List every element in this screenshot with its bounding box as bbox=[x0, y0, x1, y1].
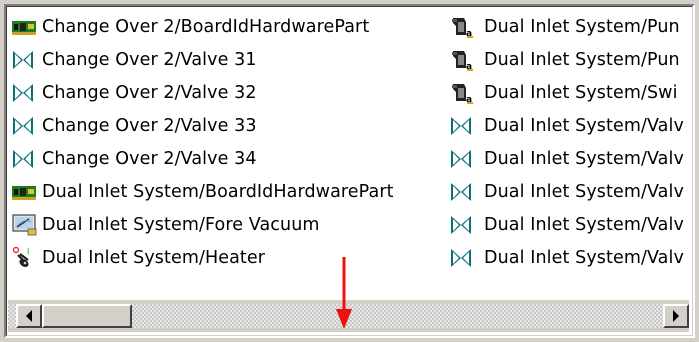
scrollbar-thumb[interactable] bbox=[42, 304, 132, 328]
valve-icon bbox=[450, 114, 484, 138]
component-list[interactable]: Change Over 2/BoardIdHardwarePart Change… bbox=[8, 10, 687, 278]
valve-icon bbox=[450, 246, 484, 270]
list-item-label: Dual Inlet System/Pun bbox=[484, 16, 680, 37]
list-item-label: Change Over 2/Valve 31 bbox=[42, 49, 257, 70]
valve-icon bbox=[12, 114, 42, 138]
list-item-label: Dual Inlet System/Valv bbox=[484, 181, 684, 202]
valve-icon bbox=[450, 180, 484, 204]
valve-icon bbox=[450, 213, 484, 237]
list-item-label: Dual Inlet System/Valv bbox=[484, 214, 684, 235]
list-item-label: Change Over 2/BoardIdHardwarePart bbox=[42, 16, 370, 37]
list-item-label: Dual Inlet System/Swi bbox=[484, 82, 678, 103]
board-icon bbox=[12, 180, 42, 204]
list-item-label: Dual Inlet System/Pun bbox=[484, 49, 680, 70]
list-item[interactable]: Change Over 2/Valve 33 bbox=[12, 109, 452, 142]
list-item-label: Change Over 2/Valve 33 bbox=[42, 115, 257, 136]
valve-icon bbox=[12, 48, 42, 72]
list-item[interactable]: Change Over 2/Valve 34 bbox=[12, 142, 452, 175]
list-item-label: Dual Inlet System/BoardIdHardwarePart bbox=[42, 181, 394, 202]
list-item[interactable]: I Dual Inlet System/Heater bbox=[12, 241, 452, 274]
annotation-arrow-down-icon bbox=[336, 257, 352, 329]
valve-icon bbox=[450, 147, 484, 171]
list-item[interactable]: Dual Inlet System/Valv bbox=[450, 208, 687, 241]
list-item[interactable]: Dual Inlet System/BoardIdHardwarePart bbox=[12, 175, 452, 208]
list-item[interactable]: Dual Inlet System/Valv bbox=[450, 241, 687, 274]
list-item[interactable]: a Dual Inlet System/Pun bbox=[450, 10, 687, 43]
arrow-right-icon bbox=[673, 310, 679, 322]
arrow-left-icon bbox=[26, 310, 32, 322]
list-column-left: Change Over 2/BoardIdHardwarePart Change… bbox=[12, 10, 452, 274]
list-item[interactable]: a Dual Inlet System/Pun bbox=[450, 43, 687, 76]
vacuum-gauge-icon bbox=[12, 213, 42, 237]
list-item-label: Dual Inlet System/Fore Vacuum bbox=[42, 214, 320, 235]
pump-icon: a bbox=[450, 15, 484, 39]
list-item-label: Change Over 2/Valve 32 bbox=[42, 82, 257, 103]
list-item[interactable]: Dual Inlet System/Valv bbox=[450, 109, 687, 142]
pump-icon: a bbox=[450, 48, 484, 72]
list-item[interactable]: Change Over 2/Valve 31 bbox=[12, 43, 452, 76]
valve-icon bbox=[12, 81, 42, 105]
heater-icon: I bbox=[12, 246, 42, 270]
scroll-left-button[interactable] bbox=[16, 304, 42, 328]
svg-text:I: I bbox=[27, 247, 29, 256]
list-item[interactable]: Dual Inlet System/Fore Vacuum bbox=[12, 208, 452, 241]
board-icon bbox=[12, 15, 42, 39]
list-item[interactable]: a Dual Inlet System/Swi bbox=[450, 76, 687, 109]
list-item-label: Dual Inlet System/Heater bbox=[42, 247, 266, 268]
list-item-label: Dual Inlet System/Valv bbox=[484, 148, 684, 169]
list-item[interactable]: Dual Inlet System/Valv bbox=[450, 175, 687, 208]
list-item[interactable]: Change Over 2/Valve 32 bbox=[12, 76, 452, 109]
list-item-label: Dual Inlet System/Valv bbox=[484, 115, 684, 136]
valve-icon bbox=[12, 147, 42, 171]
scroll-right-button[interactable] bbox=[663, 304, 689, 328]
list-item-label: Dual Inlet System/Valv bbox=[484, 247, 684, 268]
list-column-right: a Dual Inlet System/Pun a Dual Inlet Sys… bbox=[450, 10, 687, 274]
list-item[interactable]: Dual Inlet System/Valv bbox=[450, 142, 687, 175]
list-item[interactable]: Change Over 2/BoardIdHardwarePart bbox=[12, 10, 452, 43]
list-item-label: Change Over 2/Valve 34 bbox=[42, 148, 257, 169]
pump-icon: a bbox=[450, 81, 484, 105]
